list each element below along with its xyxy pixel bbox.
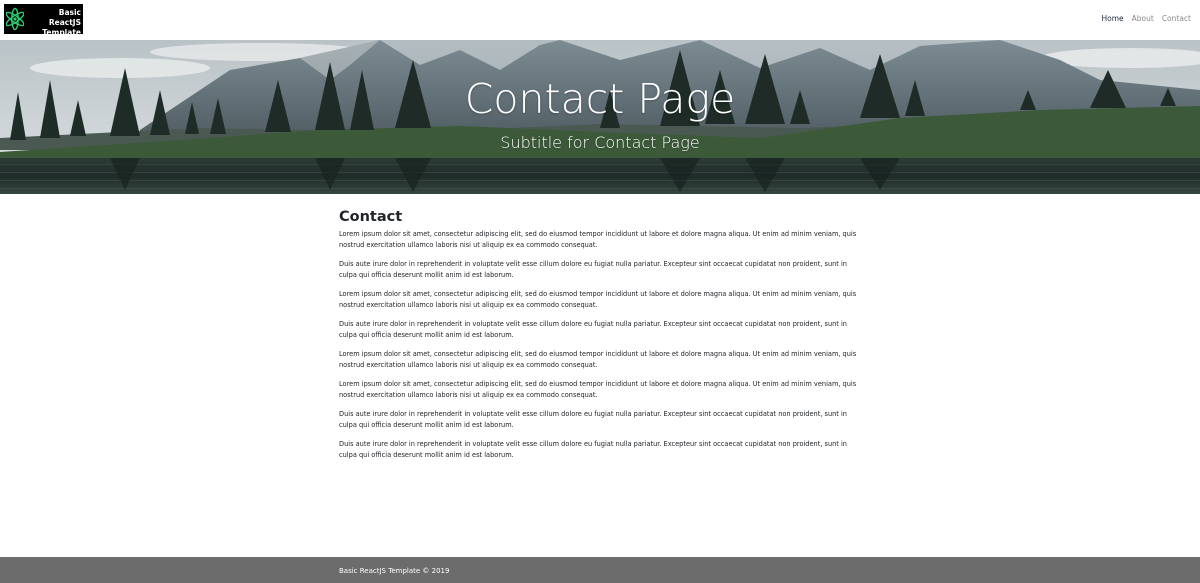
- paragraph: Duis aute irure dolor in reprehenderit i…: [339, 260, 847, 279]
- nav-link-contact[interactable]: Contact: [1162, 14, 1191, 24]
- nav-link-home[interactable]: Home: [1101, 14, 1123, 24]
- paragraph: Lorem ipsum dolor sit amet, consectetur …: [339, 380, 857, 399]
- nav-link-about[interactable]: About: [1132, 14, 1154, 24]
- hero-subtitle: Subtitle for Contact Page: [500, 133, 700, 152]
- navbar: Basic ReactJS Template Home About Contac…: [0, 0, 1200, 40]
- footer: Basic ReactJS Template © 2019: [0, 557, 1200, 583]
- paragraph: Duis aute irure dolor in reprehenderit i…: [339, 320, 847, 339]
- paragraph: Duis aute irure dolor in reprehenderit i…: [339, 410, 847, 429]
- hero-banner: Contact Page Subtitle for Contact Page: [0, 40, 1200, 194]
- footer-copyright: Basic ReactJS Template © 2019: [339, 567, 450, 575]
- paragraph: Duis aute irure dolor in reprehenderit i…: [339, 440, 847, 459]
- hero-title: Contact Page: [464, 75, 736, 123]
- main-content: Contact Lorem ipsum dolor sit amet, cons…: [339, 207, 861, 469]
- paragraph: Lorem ipsum dolor sit amet, consectetur …: [339, 290, 857, 309]
- react-atom-icon: [6, 7, 24, 31]
- brand-title: Basic ReactJS Template: [42, 8, 81, 37]
- paragraph: Lorem ipsum dolor sit amet, consectetur …: [339, 230, 857, 249]
- section-heading: Contact: [339, 209, 403, 225]
- nav-links: Home About Contact: [1101, 14, 1191, 24]
- brand-link[interactable]: Basic ReactJS Template: [4, 4, 83, 37]
- paragraph: Lorem ipsum dolor sit amet, consectetur …: [339, 350, 857, 369]
